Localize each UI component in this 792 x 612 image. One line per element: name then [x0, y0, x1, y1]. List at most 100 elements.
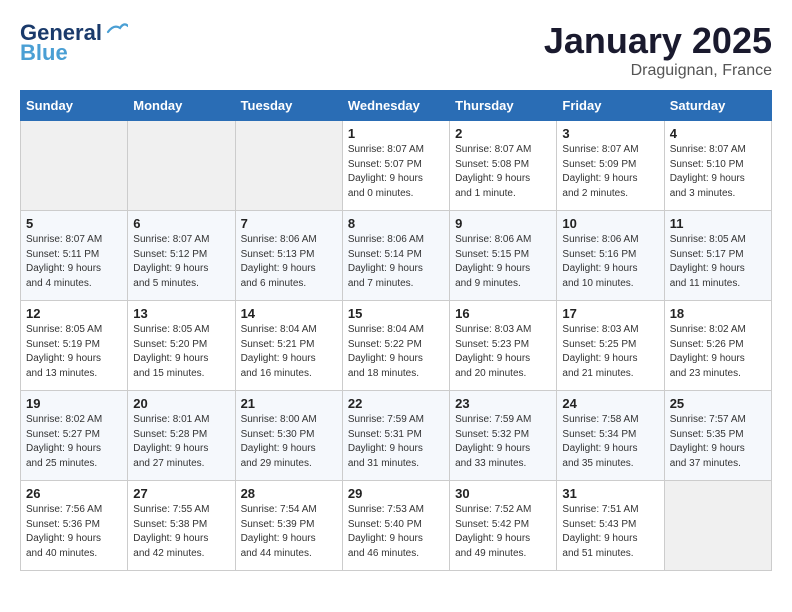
day-number: 1	[348, 126, 444, 141]
weekday-header-friday: Friday	[557, 91, 664, 121]
calendar-cell: 8Sunrise: 8:06 AM Sunset: 5:14 PM Daylig…	[342, 211, 449, 301]
cell-info: Sunrise: 7:57 AM Sunset: 5:35 PM Dayligh…	[670, 413, 766, 471]
day-number: 25	[670, 396, 766, 411]
calendar-cell: 14 Sunrise: 8:04 AM Sunset: 5:21 PM Dayli…	[235, 301, 342, 391]
cell-info: Sunrise: 8:07 AM Sunset: 5:07 PM Dayligh…	[348, 143, 444, 201]
cell-info: Sunrise: 7:58 AM Sunset: 5:34 PM Dayligh…	[562, 413, 658, 471]
cell-info: Sunrise: 8:04 AM Sunset: 5:22 PM Dayligh…	[348, 323, 444, 381]
cell-info: Sunrise: 8:00 AM Sunset: 5:30 PM Dayligh…	[241, 413, 337, 471]
calendar-cell: 1 Sunrise: 8:07 AM Sunset: 5:07 PM Daylig…	[342, 121, 449, 211]
day-number: 27	[133, 486, 229, 501]
day-number: 11	[670, 216, 766, 231]
week-row-4: 19 Sunrise: 8:02 AM Sunset: 5:27 PM Dayli…	[21, 391, 772, 481]
calendar-cell: 22Sunrise: 7:59 AM Sunset: 5:31 PM Dayli…	[342, 391, 449, 481]
day-number: 23	[455, 396, 551, 411]
calendar-cell: 21 Sunrise: 8:00 AM Sunset: 5:30 PM Dayli…	[235, 391, 342, 481]
day-number: 21	[241, 396, 337, 411]
cell-info: Sunrise: 8:01 AM Sunset: 5:28 PM Dayligh…	[133, 413, 229, 471]
calendar-cell: 24 Sunrise: 7:58 AM Sunset: 5:34 PM Dayli…	[557, 391, 664, 481]
cell-info: Sunrise: 8:06 AM Sunset: 5:16 PM Dayligh…	[562, 233, 658, 291]
calendar-cell: 10 Sunrise: 8:06 AM Sunset: 5:16 PM Dayli…	[557, 211, 664, 301]
day-number: 16	[455, 306, 551, 321]
logo-bird-icon	[106, 22, 128, 40]
logo-blue: Blue	[20, 40, 68, 66]
day-number: 28	[241, 486, 337, 501]
weekday-header-sunday: Sunday	[21, 91, 128, 121]
calendar-cell	[128, 121, 235, 211]
calendar-cell: 23 Sunrise: 7:59 AM Sunset: 5:32 PM Dayli…	[450, 391, 557, 481]
calendar-cell: 16 Sunrise: 8:03 AM Sunset: 5:23 PM Dayli…	[450, 301, 557, 391]
calendar-cell: 31Sunrise: 7:51 AM Sunset: 5:43 PM Dayli…	[557, 481, 664, 571]
cell-info: Sunrise: 8:05 AM Sunset: 5:19 PM Dayligh…	[26, 323, 122, 381]
cell-info: Sunrise: 7:55 AM Sunset: 5:38 PM Dayligh…	[133, 503, 229, 561]
cell-info: Sunrise: 7:56 AM Sunset: 5:36 PM Dayligh…	[26, 503, 122, 561]
day-number: 24	[562, 396, 658, 411]
calendar-table: SundayMondayTuesdayWednesdayThursdayFrid…	[20, 90, 772, 571]
calendar-cell: 26Sunrise: 7:56 AM Sunset: 5:36 PM Dayli…	[21, 481, 128, 571]
day-number: 20	[133, 396, 229, 411]
cell-info: Sunrise: 7:54 AM Sunset: 5:39 PM Dayligh…	[241, 503, 337, 561]
calendar-cell: 25 Sunrise: 7:57 AM Sunset: 5:35 PM Dayli…	[664, 391, 771, 481]
cell-info: Sunrise: 8:06 AM Sunset: 5:13 PM Dayligh…	[241, 233, 337, 291]
calendar-cell: 9 Sunrise: 8:06 AM Sunset: 5:15 PM Daylig…	[450, 211, 557, 301]
day-number: 7	[241, 216, 337, 231]
week-row-2: 5Sunrise: 8:07 AM Sunset: 5:11 PM Daylig…	[21, 211, 772, 301]
day-number: 2	[455, 126, 551, 141]
calendar-cell: 28 Sunrise: 7:54 AM Sunset: 5:39 PM Dayli…	[235, 481, 342, 571]
week-row-5: 26Sunrise: 7:56 AM Sunset: 5:36 PM Dayli…	[21, 481, 772, 571]
weekday-header-saturday: Saturday	[664, 91, 771, 121]
cell-info: Sunrise: 8:07 AM Sunset: 5:08 PM Dayligh…	[455, 143, 551, 201]
cell-info: Sunrise: 8:02 AM Sunset: 5:27 PM Dayligh…	[26, 413, 122, 471]
weekday-header-wednesday: Wednesday	[342, 91, 449, 121]
day-number: 6	[133, 216, 229, 231]
day-number: 17	[562, 306, 658, 321]
cell-info: Sunrise: 8:03 AM Sunset: 5:25 PM Dayligh…	[562, 323, 658, 381]
week-row-1: 1 Sunrise: 8:07 AM Sunset: 5:07 PM Daylig…	[21, 121, 772, 211]
cell-info: Sunrise: 8:07 AM Sunset: 5:12 PM Dayligh…	[133, 233, 229, 291]
day-number: 14	[241, 306, 337, 321]
day-number: 22	[348, 396, 444, 411]
calendar-cell: 4 Sunrise: 8:07 AM Sunset: 5:10 PM Daylig…	[664, 121, 771, 211]
day-number: 31	[562, 486, 658, 501]
month-title: January 2025	[544, 20, 772, 62]
calendar-cell	[235, 121, 342, 211]
cell-info: Sunrise: 8:05 AM Sunset: 5:17 PM Dayligh…	[670, 233, 766, 291]
day-number: 30	[455, 486, 551, 501]
calendar-cell: 13 Sunrise: 8:05 AM Sunset: 5:20 PM Dayli…	[128, 301, 235, 391]
day-number: 12	[26, 306, 122, 321]
calendar-cell: 6 Sunrise: 8:07 AM Sunset: 5:12 PM Daylig…	[128, 211, 235, 301]
day-number: 9	[455, 216, 551, 231]
calendar-cell	[664, 481, 771, 571]
calendar-cell: 27 Sunrise: 7:55 AM Sunset: 5:38 PM Dayli…	[128, 481, 235, 571]
weekday-header-monday: Monday	[128, 91, 235, 121]
day-number: 13	[133, 306, 229, 321]
cell-info: Sunrise: 8:07 AM Sunset: 5:09 PM Dayligh…	[562, 143, 658, 201]
cell-info: Sunrise: 8:03 AM Sunset: 5:23 PM Dayligh…	[455, 323, 551, 381]
day-number: 10	[562, 216, 658, 231]
calendar-cell: 29 Sunrise: 7:53 AM Sunset: 5:40 PM Dayli…	[342, 481, 449, 571]
cell-info: Sunrise: 8:02 AM Sunset: 5:26 PM Dayligh…	[670, 323, 766, 381]
weekday-header-row: SundayMondayTuesdayWednesdayThursdayFrid…	[21, 91, 772, 121]
location: Draguignan, France	[544, 62, 772, 80]
calendar-cell: 5Sunrise: 8:07 AM Sunset: 5:11 PM Daylig…	[21, 211, 128, 301]
calendar-cell: 15Sunrise: 8:04 AM Sunset: 5:22 PM Dayli…	[342, 301, 449, 391]
day-number: 19	[26, 396, 122, 411]
cell-info: Sunrise: 8:04 AM Sunset: 5:21 PM Dayligh…	[241, 323, 337, 381]
calendar-cell: 2 Sunrise: 8:07 AM Sunset: 5:08 PM Daylig…	[450, 121, 557, 211]
logo: General Blue	[20, 20, 128, 66]
calendar-cell	[21, 121, 128, 211]
cell-info: Sunrise: 7:53 AM Sunset: 5:40 PM Dayligh…	[348, 503, 444, 561]
cell-info: Sunrise: 8:05 AM Sunset: 5:20 PM Dayligh…	[133, 323, 229, 381]
calendar-cell: 18Sunrise: 8:02 AM Sunset: 5:26 PM Dayli…	[664, 301, 771, 391]
calendar-cell: 30Sunrise: 7:52 AM Sunset: 5:42 PM Dayli…	[450, 481, 557, 571]
day-number: 29	[348, 486, 444, 501]
cell-info: Sunrise: 7:59 AM Sunset: 5:32 PM Dayligh…	[455, 413, 551, 471]
weekday-header-thursday: Thursday	[450, 91, 557, 121]
page-header: General Blue January 2025 Draguignan, Fr…	[20, 20, 772, 80]
title-block: January 2025 Draguignan, France	[544, 20, 772, 80]
cell-info: Sunrise: 8:07 AM Sunset: 5:10 PM Dayligh…	[670, 143, 766, 201]
weekday-header-tuesday: Tuesday	[235, 91, 342, 121]
calendar-cell: 12 Sunrise: 8:05 AM Sunset: 5:19 PM Dayli…	[21, 301, 128, 391]
cell-info: Sunrise: 8:06 AM Sunset: 5:15 PM Dayligh…	[455, 233, 551, 291]
day-number: 4	[670, 126, 766, 141]
